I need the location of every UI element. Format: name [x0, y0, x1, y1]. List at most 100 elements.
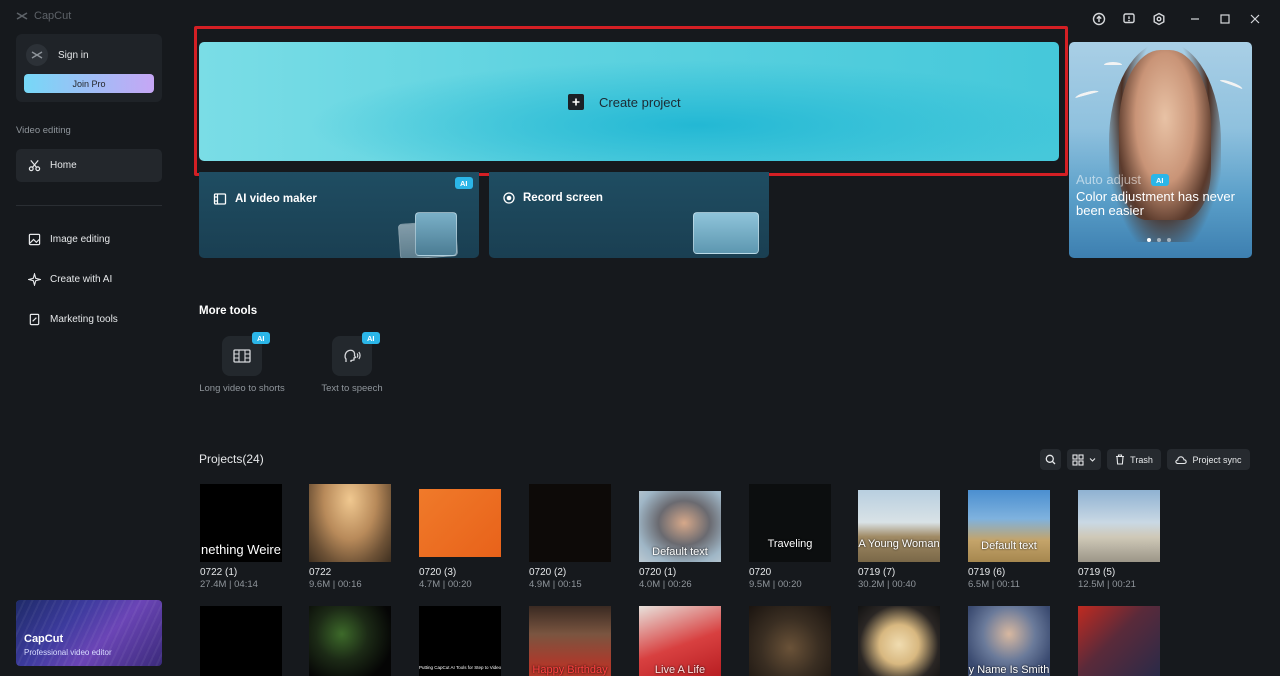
long-video-to-shorts-tool[interactable]: AI Long video to shorts [197, 332, 287, 394]
project-thumbnail[interactable] [858, 606, 940, 676]
view-toggle-button[interactable] [1067, 449, 1101, 470]
promo-banner[interactable]: CapCut Professional video editor [16, 600, 162, 666]
feedback-icon[interactable] [1114, 8, 1144, 30]
app-logo: CapCut [16, 10, 71, 22]
project-thumbnail[interactable] [200, 606, 282, 676]
tool-label: AI video maker [235, 193, 317, 205]
banner-title: Color adjustment has never been easier [1076, 189, 1235, 218]
project-thumbnail[interactable]: Traveling [749, 484, 831, 562]
project-meta: 27.4M | 04:14 [200, 579, 258, 590]
maximize-icon[interactable] [1210, 8, 1240, 30]
project-thumbnail[interactable] [1078, 484, 1160, 562]
trash-icon [1116, 454, 1125, 465]
project-thumbnail[interactable]: Default text [639, 484, 721, 562]
tool-label: Record screen [523, 192, 603, 204]
search-button[interactable] [1040, 449, 1061, 470]
project-thumbnail[interactable]: Happy Birthday [529, 606, 611, 676]
project-meta: 9.5M | 00:20 [749, 579, 802, 590]
sidebar-item-create-with-ai[interactable]: Create with AI [16, 263, 162, 296]
project-thumbnail[interactable]: y Name Is Smith [968, 606, 1050, 676]
ai-badge: AI [362, 332, 380, 344]
trash-button[interactable]: Trash [1107, 449, 1161, 470]
image-icon [28, 233, 41, 246]
project-sync-button[interactable]: Project sync [1167, 449, 1250, 470]
chevron-down-icon [1089, 458, 1096, 462]
section-label: Video editing [16, 125, 71, 136]
project-name: 0722 (1) [200, 567, 238, 578]
thumbnail-text: Putting CapCut AI Tools for Step to Vide… [419, 665, 501, 670]
plus-icon [568, 94, 584, 110]
project-thumbnail[interactable]: nething Weire [200, 484, 282, 562]
projects-title: Projects(24) [199, 452, 264, 466]
project-name: 0720 (1) [639, 567, 677, 578]
search-icon [1045, 454, 1056, 465]
carousel-dot[interactable] [1157, 238, 1161, 242]
project-thumbnail[interactable] [1078, 606, 1160, 676]
project-thumbnail[interactable]: Putting CapCut AI Tools for Step to Vide… [419, 606, 501, 676]
sidebar-item-label: Marketing tools [50, 314, 118, 325]
sparkle-icon [28, 273, 41, 286]
sidebar-item-image-editing[interactable]: Image editing [16, 223, 162, 256]
carousel-dot[interactable] [1147, 238, 1151, 242]
preview-card-front [415, 212, 457, 256]
project-name: 0719 (5) [1078, 567, 1116, 578]
project-thumbnail[interactable] [529, 484, 611, 562]
project-thumbnail[interactable]: Default text [968, 484, 1050, 562]
project-thumbnail[interactable] [309, 606, 391, 676]
project-meta: 9.6M | 00:16 [309, 579, 362, 590]
project-thumbnail[interactable]: A Young Woman [858, 484, 940, 562]
ai-badge: AI [1151, 174, 1169, 186]
banner-subtitle: Auto adjust [1076, 172, 1142, 187]
project-thumbnail[interactable] [419, 484, 501, 562]
close-icon[interactable] [1240, 8, 1270, 30]
avatar [26, 44, 48, 66]
record-screen-card[interactable]: Record screen [489, 172, 769, 258]
create-project-button[interactable]: Create project [199, 42, 1059, 161]
sidebar-item-home[interactable]: Home [16, 149, 162, 182]
join-pro-button[interactable]: Join Pro [24, 74, 154, 93]
feature-banner[interactable]: Auto adjust AI Color adjustment has neve… [1069, 42, 1252, 258]
ai-video-maker-card[interactable]: AI video maker AI [199, 172, 479, 258]
scissors-icon [28, 160, 41, 172]
tool-label: Long video to shorts [199, 383, 285, 394]
project-thumbnail[interactable]: Live A Life [639, 606, 721, 676]
thumbnail-text: Live A Life [654, 664, 706, 676]
project-thumbnail[interactable] [749, 606, 831, 676]
clipboard-icon [29, 313, 40, 326]
promo-subtitle: Professional video editor [24, 648, 112, 657]
thumbnail-text: y Name Is Smith [968, 664, 1050, 676]
project-meta: 6.5M | 00:11 [968, 579, 1020, 590]
text-to-speech-tool[interactable]: AI Text to speech [307, 332, 397, 394]
thumbnail-text: nething Weire [201, 542, 281, 557]
ai-badge: AI [455, 177, 473, 189]
thumbnail-text: Default text [981, 540, 1037, 552]
thumbnail-text: Default text [652, 546, 708, 558]
carousel-dot[interactable] [1167, 238, 1171, 242]
app-name: CapCut [34, 10, 72, 22]
trash-label: Trash [1130, 454, 1153, 465]
account-card: Sign in Join Pro [16, 34, 162, 102]
thumbnail-text: A Young Woman [858, 538, 940, 550]
cloud-sync-icon [1175, 455, 1188, 464]
project-meta: 4.0M | 00:26 [639, 579, 692, 590]
sign-in-label: Sign in [58, 49, 89, 61]
project-name: 0720 [749, 567, 772, 578]
tool-label: Text to speech [321, 383, 383, 394]
project-sync-label: Project sync [1192, 454, 1242, 465]
thumbnail-text: Traveling [767, 538, 813, 550]
project-thumbnail[interactable] [309, 484, 391, 562]
minimize-icon[interactable] [1180, 8, 1210, 30]
upload-icon[interactable] [1084, 8, 1114, 30]
capcut-logo-icon [16, 12, 28, 20]
create-project-label: Create project [599, 94, 681, 110]
sidebar-item-marketing-tools[interactable]: Marketing tools [16, 303, 162, 336]
sign-in-button[interactable]: Sign in [26, 44, 89, 66]
carousel-dots [1147, 238, 1171, 242]
film-icon [213, 193, 227, 205]
project-meta: 12.5M | 00:21 [1078, 579, 1136, 590]
film-strip-icon [233, 349, 251, 363]
project-name: 0722 [309, 567, 332, 578]
settings-icon[interactable] [1144, 8, 1174, 30]
sidebar-item-label: Home [50, 160, 77, 171]
sidebar-item-label: Create with AI [50, 274, 113, 285]
